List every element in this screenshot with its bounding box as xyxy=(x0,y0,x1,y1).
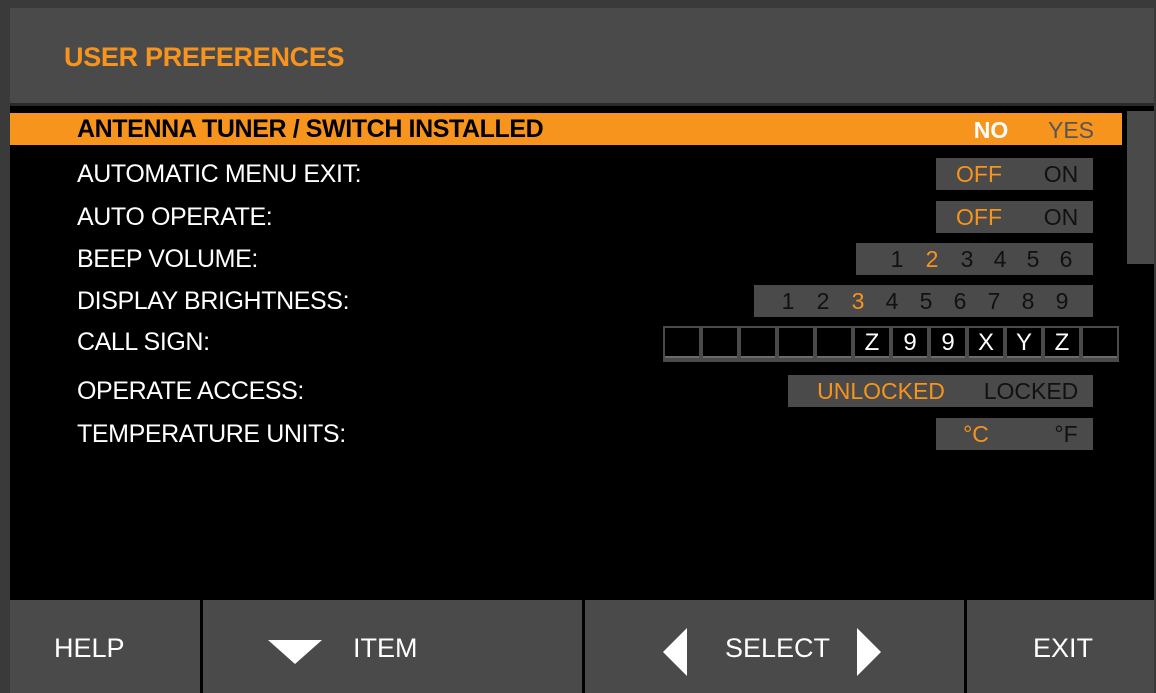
option-on[interactable]: ON xyxy=(1036,201,1086,233)
option-group: NO YES xyxy=(936,115,1119,145)
menu-item-label: DISPLAY BRIGHTNESS: xyxy=(77,287,350,315)
triangle-right-icon xyxy=(857,628,881,676)
menu-item-label: AUTO OPERATE: xyxy=(77,203,273,231)
option-unlocked[interactable]: UNLOCKED xyxy=(806,375,956,407)
item-button[interactable]: ITEM xyxy=(203,600,582,693)
menu-item-label: OPERATE ACCESS: xyxy=(77,377,304,405)
call-sign-char[interactable] xyxy=(665,328,699,358)
menu-item-label: TEMPERATURE UNITS: xyxy=(77,420,346,448)
exit-button-label: EXIT xyxy=(1033,633,1094,663)
call-sign-char[interactable]: 9 xyxy=(893,328,927,358)
option-2[interactable]: 2 xyxy=(921,243,943,275)
menu-item-display-brightness[interactable]: DISPLAY BRIGHTNESS: 1 2 3 4 5 6 7 8 9 xyxy=(10,285,1122,317)
menu-item-temperature-units[interactable]: TEMPERATURE UNITS: °C °F xyxy=(10,418,1122,450)
option-yes[interactable]: YES xyxy=(1046,115,1096,145)
call-sign-char[interactable] xyxy=(817,328,851,358)
option-6[interactable]: 6 xyxy=(948,285,972,317)
option-group: 1 2 3 4 5 6 7 8 9 xyxy=(754,285,1093,317)
select-button-label: SELECT xyxy=(725,633,831,663)
option-1[interactable]: 1 xyxy=(886,243,908,275)
option-group: °C °F xyxy=(936,418,1093,450)
item-button-label: ITEM xyxy=(353,633,418,663)
option-group: 1 2 3 4 5 6 xyxy=(856,243,1093,275)
option-off[interactable]: OFF xyxy=(954,158,1004,190)
menu-item-automatic-menu-exit[interactable]: AUTOMATIC MENU EXIT: OFF ON xyxy=(10,158,1122,190)
menu-item-call-sign[interactable]: CALL SIGN: Z 9 9 X Y Z xyxy=(10,326,1122,362)
option-4[interactable]: 4 xyxy=(989,243,1011,275)
option-fahrenheit[interactable]: °F xyxy=(1046,418,1086,450)
call-sign-char[interactable] xyxy=(741,328,775,358)
menu-item-antenna-tuner[interactable]: ANTENNA TUNER / SWITCH INSTALLED NO YES xyxy=(10,113,1122,145)
call-sign-field[interactable]: Z 9 9 X Y Z xyxy=(663,326,1119,362)
select-button[interactable]: SELECT xyxy=(585,600,964,693)
menu-item-beep-volume[interactable]: BEEP VOLUME: 1 2 3 4 5 6 xyxy=(10,243,1122,275)
call-sign-char[interactable]: X xyxy=(969,328,1003,358)
call-sign-char[interactable] xyxy=(703,328,737,358)
option-celsius[interactable]: °C xyxy=(956,418,996,450)
option-2[interactable]: 2 xyxy=(811,285,835,317)
exit-button[interactable]: EXIT xyxy=(967,600,1154,693)
option-9[interactable]: 9 xyxy=(1050,285,1074,317)
option-7[interactable]: 7 xyxy=(982,285,1006,317)
option-4[interactable]: 4 xyxy=(880,285,904,317)
call-sign-char[interactable]: Z xyxy=(1045,328,1079,358)
call-sign-char[interactable]: Y xyxy=(1007,328,1041,358)
menu-item-auto-operate[interactable]: AUTO OPERATE: OFF ON xyxy=(10,201,1122,233)
menu-item-label: CALL SIGN: xyxy=(77,328,210,356)
menu-item-label: AUTOMATIC MENU EXIT: xyxy=(77,160,362,188)
call-sign-char[interactable]: 9 xyxy=(931,328,965,358)
help-button-label: HELP xyxy=(54,633,125,663)
menu-item-label: ANTENNA TUNER / SWITCH INSTALLED xyxy=(77,115,544,143)
call-sign-char[interactable]: Z xyxy=(855,328,889,358)
option-group: UNLOCKED LOCKED xyxy=(788,375,1093,407)
option-5[interactable]: 5 xyxy=(1022,243,1044,275)
scrollbar[interactable] xyxy=(1127,111,1154,264)
option-6[interactable]: 6 xyxy=(1055,243,1077,275)
triangle-down-icon xyxy=(268,640,322,664)
help-button[interactable]: HELP xyxy=(10,600,200,693)
option-group: OFF ON xyxy=(936,158,1093,190)
menu-item-operate-access[interactable]: OPERATE ACCESS: UNLOCKED LOCKED xyxy=(10,375,1122,407)
option-3[interactable]: 3 xyxy=(846,285,870,317)
page-title: USER PREFERENCES xyxy=(64,42,345,72)
option-no[interactable]: NO xyxy=(966,115,1016,145)
option-off[interactable]: OFF xyxy=(954,201,1004,233)
triangle-left-icon xyxy=(663,628,687,676)
option-group: OFF ON xyxy=(936,201,1093,233)
preferences-screen: USER PREFERENCES ANTENNA TUNER / SWITCH … xyxy=(10,8,1154,693)
option-1[interactable]: 1 xyxy=(776,285,800,317)
option-3[interactable]: 3 xyxy=(956,243,978,275)
title-bar: USER PREFERENCES xyxy=(10,8,1154,106)
softkey-bar: HELP ITEM SELECT EXIT xyxy=(10,600,1154,693)
option-on[interactable]: ON xyxy=(1036,158,1086,190)
option-8[interactable]: 8 xyxy=(1016,285,1040,317)
menu-item-label: BEEP VOLUME: xyxy=(77,245,258,273)
call-sign-char[interactable] xyxy=(779,328,813,358)
call-sign-char[interactable] xyxy=(1083,328,1117,358)
option-5[interactable]: 5 xyxy=(914,285,938,317)
option-locked[interactable]: LOCKED xyxy=(976,375,1086,407)
